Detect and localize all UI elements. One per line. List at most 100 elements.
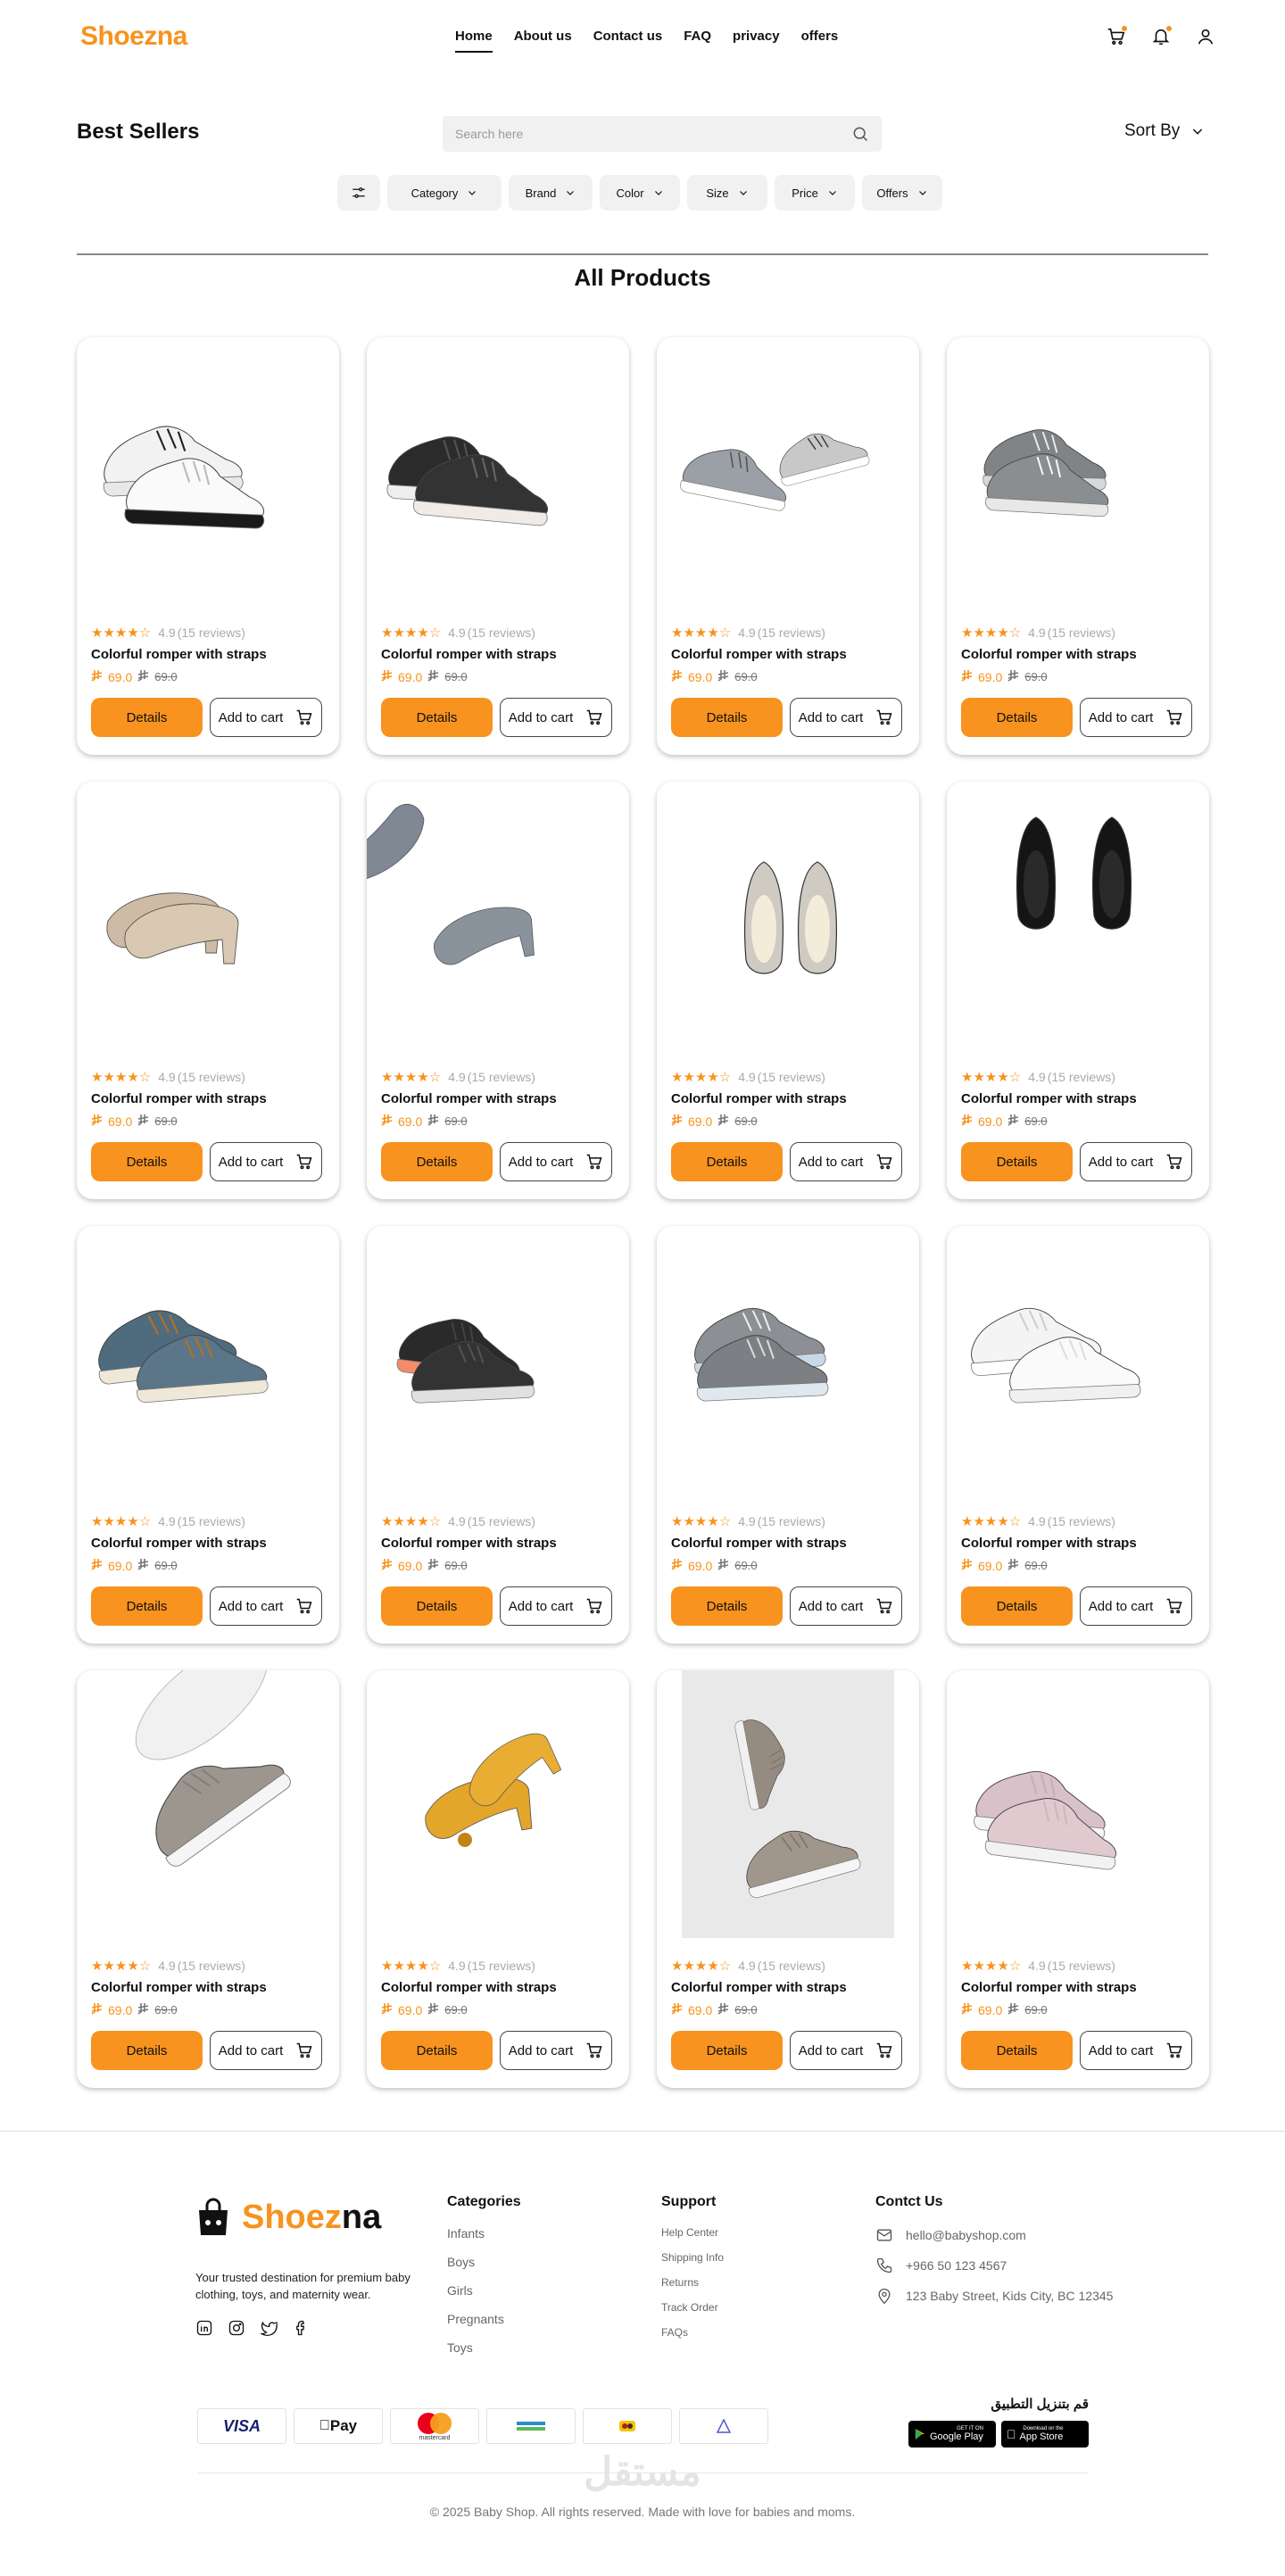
product-image[interactable] — [657, 1670, 919, 1938]
product-name[interactable]: Colorful romper with straps — [671, 647, 847, 662]
add-to-cart-button[interactable]: Add to cart — [790, 698, 902, 737]
nav-faq[interactable]: FAQ — [684, 29, 711, 53]
product-card[interactable]: ★★★★☆ 4.9 (15 reviews) Colorful romper with… — [947, 1226, 1209, 1644]
footer-link-pregnants[interactable]: Pregnants — [447, 2312, 521, 2326]
app-store-badge[interactable]:  Download on theApp Store — [1001, 2421, 1089, 2448]
product-image[interactable] — [657, 782, 919, 1049]
add-to-cart-button[interactable]: Add to cart — [790, 2031, 902, 2070]
product-card[interactable]: ★★★★☆ 4.9 (15 reviews) Colorful romper with… — [657, 1226, 919, 1644]
footer-link-toys[interactable]: Toys — [447, 2340, 521, 2355]
details-button[interactable]: Details — [91, 698, 203, 737]
product-card[interactable]: ★★★★☆ 4.9 (15 reviews) Colorful romper with… — [367, 782, 629, 1199]
product-image[interactable] — [367, 782, 629, 1049]
product-image[interactable] — [947, 1226, 1209, 1494]
add-to-cart-button[interactable]: Add to cart — [790, 1586, 902, 1626]
filter-category-button[interactable]: Category — [387, 175, 502, 211]
product-name[interactable]: Colorful romper with straps — [961, 1536, 1137, 1551]
add-to-cart-button[interactable]: Add to cart — [1080, 2031, 1192, 2070]
product-card[interactable]: ★★★★☆ 4.9 (15 reviews) Colorful romper with… — [947, 782, 1209, 1199]
product-name[interactable]: Colorful romper with straps — [91, 1091, 267, 1106]
footer-link-shipping[interactable]: Shipping Info — [661, 2251, 724, 2264]
filter-color-button[interactable]: Color — [600, 175, 680, 211]
cart-icon[interactable] — [1107, 25, 1128, 48]
footer-link-track-order[interactable]: Track Order — [661, 2301, 724, 2314]
product-name[interactable]: Colorful romper with straps — [91, 647, 267, 662]
product-name[interactable]: Colorful romper with straps — [671, 1536, 847, 1551]
product-name[interactable]: Colorful romper with straps — [91, 1536, 267, 1551]
product-name[interactable]: Colorful romper with straps — [381, 1091, 557, 1106]
details-button[interactable]: Details — [91, 1586, 203, 1626]
add-to-cart-button[interactable]: Add to cart — [1080, 698, 1192, 737]
product-card[interactable]: ★★★★☆ 4.9 (15 reviews) Colorful romper with… — [657, 1670, 919, 2088]
details-button[interactable]: Details — [381, 1586, 493, 1626]
add-to-cart-button[interactable]: Add to cart — [790, 1142, 902, 1181]
product-name[interactable]: Colorful romper with straps — [671, 1091, 847, 1106]
nav-contact[interactable]: Contact us — [593, 29, 663, 53]
product-image[interactable] — [77, 1226, 339, 1494]
add-to-cart-button[interactable]: Add to cart — [210, 698, 322, 737]
add-to-cart-button[interactable]: Add to cart — [1080, 1142, 1192, 1181]
footer-link-boys[interactable]: Boys — [447, 2255, 521, 2269]
product-name[interactable]: Colorful romper with straps — [381, 1980, 557, 1995]
contact-phone[interactable]: +966 50 123 4567 — [875, 2257, 1113, 2274]
details-button[interactable]: Details — [961, 1142, 1073, 1181]
details-button[interactable]: Details — [961, 2031, 1073, 2070]
product-image[interactable] — [77, 1670, 339, 1938]
details-button[interactable]: Details — [91, 2031, 203, 2070]
details-button[interactable]: Details — [381, 1142, 493, 1181]
product-name[interactable]: Colorful romper with straps — [381, 1536, 557, 1551]
product-image[interactable] — [947, 337, 1209, 605]
nav-offers[interactable]: offers — [801, 29, 839, 53]
user-icon[interactable] — [1196, 27, 1217, 48]
footer-link-faqs[interactable]: FAQs — [661, 2326, 724, 2339]
product-card[interactable]: ★★★★☆ 4.9 (15 reviews) Colorful romper with… — [367, 1670, 629, 2088]
add-to-cart-button[interactable]: Add to cart — [500, 1586, 612, 1626]
details-button[interactable]: Details — [91, 1142, 203, 1181]
footer-link-infants[interactable]: Infants — [447, 2226, 521, 2241]
details-button[interactable]: Details — [671, 1142, 783, 1181]
add-to-cart-button[interactable]: Add to cart — [210, 1142, 322, 1181]
add-to-cart-button[interactable]: Add to cart — [1080, 1586, 1192, 1626]
product-name[interactable]: Colorful romper with straps — [91, 1980, 267, 1995]
product-image[interactable] — [77, 782, 339, 1049]
product-image[interactable] — [657, 1226, 919, 1494]
contact-email[interactable]: hello@babyshop.com — [875, 2226, 1113, 2244]
details-button[interactable]: Details — [961, 698, 1073, 737]
product-card[interactable]: ★★★★☆ 4.9 (15 reviews) Colorful romper with… — [77, 337, 339, 755]
product-image[interactable] — [947, 1670, 1209, 1938]
instagram-icon[interactable] — [228, 2319, 245, 2341]
product-name[interactable]: Colorful romper with straps — [961, 1980, 1137, 1995]
product-card[interactable]: ★★★★☆ 4.9 (15 reviews) Colorful romper with… — [657, 782, 919, 1199]
logo[interactable]: Shoezna — [80, 21, 187, 52]
product-image[interactable] — [947, 782, 1209, 1049]
twitter-icon[interactable] — [259, 2319, 279, 2341]
product-card[interactable]: ★★★★☆ 4.9 (15 reviews) Colorful romper with… — [367, 337, 629, 755]
nav-privacy[interactable]: privacy — [733, 29, 780, 53]
nav-about[interactable]: About us — [514, 29, 572, 53]
product-image[interactable] — [367, 1226, 629, 1494]
footer-logo[interactable]: Shoezna — [195, 2198, 436, 2237]
details-button[interactable]: Details — [671, 1586, 783, 1626]
bell-icon[interactable] — [1151, 25, 1173, 48]
details-button[interactable]: Details — [381, 2031, 493, 2070]
filter-settings-button[interactable] — [337, 175, 380, 211]
product-card[interactable]: ★★★★☆ 4.9 (15 reviews) Colorful romper with… — [657, 337, 919, 755]
details-button[interactable]: Details — [671, 698, 783, 737]
filter-offers-button[interactable]: Offers — [862, 175, 942, 211]
linkedin-icon[interactable] — [195, 2319, 213, 2341]
facebook-icon[interactable] — [292, 2319, 310, 2341]
add-to-cart-button[interactable]: Add to cart — [500, 2031, 612, 2070]
footer-link-girls[interactable]: Girls — [447, 2283, 521, 2298]
product-image[interactable] — [367, 1670, 629, 1938]
add-to-cart-button[interactable]: Add to cart — [210, 2031, 322, 2070]
product-card[interactable]: ★★★★☆ 4.9 (15 reviews) Colorful romper with… — [77, 1226, 339, 1644]
product-name[interactable]: Colorful romper with straps — [671, 1980, 847, 1995]
add-to-cart-button[interactable]: Add to cart — [210, 1586, 322, 1626]
filter-size-button[interactable]: Size — [687, 175, 767, 211]
filter-brand-button[interactable]: Brand — [509, 175, 593, 211]
product-name[interactable]: Colorful romper with straps — [961, 647, 1137, 662]
search-icon[interactable] — [851, 125, 869, 147]
google-play-badge[interactable]: GET IT ON Google Play — [908, 2421, 996, 2448]
product-card[interactable]: ★★★★☆ 4.9 (15 reviews) Colorful romper with… — [77, 782, 339, 1199]
details-button[interactable]: Details — [671, 2031, 783, 2070]
